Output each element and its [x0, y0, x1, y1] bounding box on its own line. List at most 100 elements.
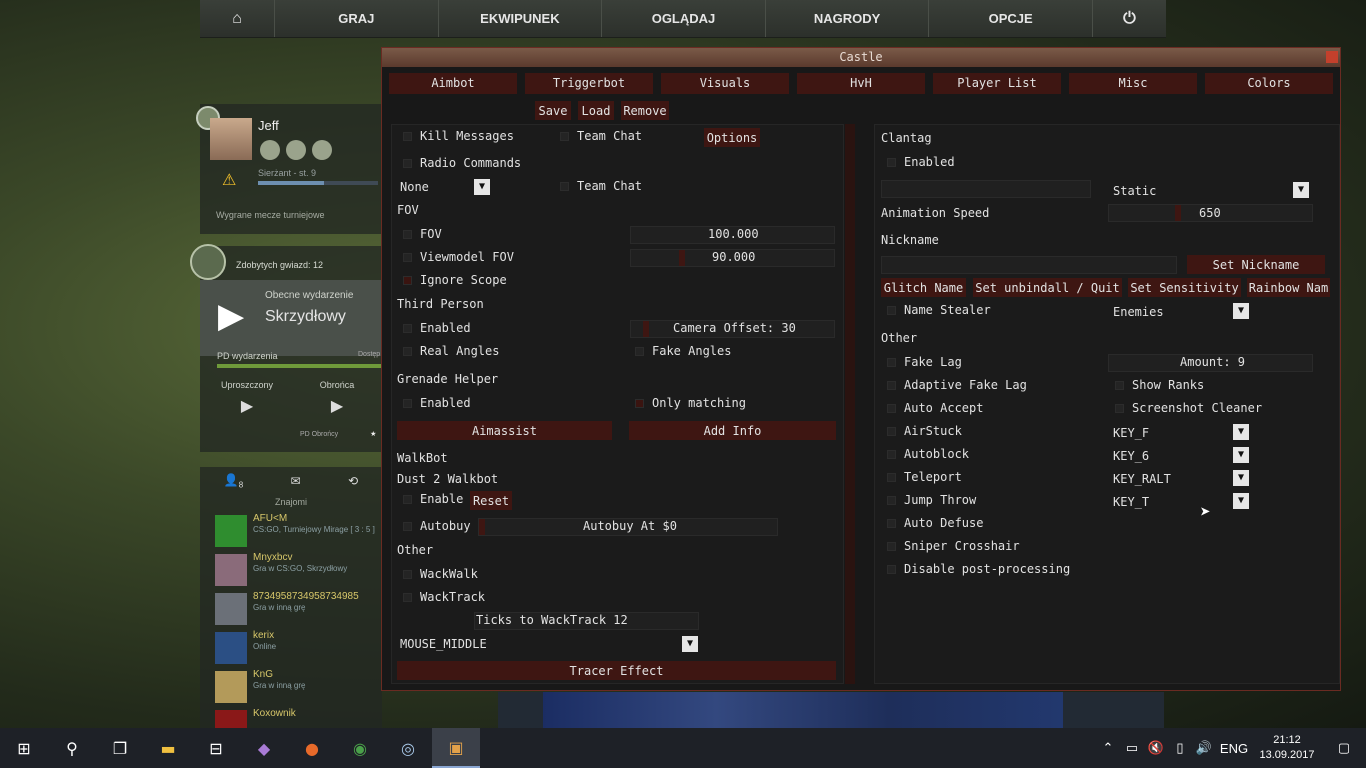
- profile-name[interactable]: Jeff: [258, 118, 279, 133]
- name-stealer-checkbox[interactable]: [887, 306, 896, 315]
- add-info-button[interactable]: Add Info: [629, 421, 836, 440]
- options-button[interactable]: Options: [704, 128, 760, 147]
- tab-player-list[interactable]: Player List: [933, 73, 1061, 94]
- chevron-down-icon[interactable]: ▼: [1233, 303, 1249, 319]
- play-icon[interactable]: ▶: [202, 396, 292, 416]
- nav-ogladaj[interactable]: OGLĄDAJ: [601, 0, 765, 37]
- tab-colors[interactable]: Colors: [1205, 73, 1333, 94]
- slider-handle[interactable]: [643, 321, 649, 337]
- event-video[interactable]: ▶ Obecne wydarzenie Skrzydłowy: [200, 280, 382, 356]
- tab-triggerbot[interactable]: Triggerbot: [525, 73, 653, 94]
- glitch-name-button[interactable]: Glitch Name: [881, 278, 966, 297]
- nav-opcje[interactable]: OPCJE: [928, 0, 1092, 37]
- friend-row[interactable]: Mnyxbcv Gra w CS:GO, Skrzydłowy: [215, 552, 382, 591]
- clantag-enabled-checkbox[interactable]: [887, 158, 896, 167]
- wackwalk-checkbox[interactable]: [403, 570, 412, 579]
- language-indicator[interactable]: ENG: [1216, 741, 1252, 756]
- friend-avatar[interactable]: [215, 515, 247, 547]
- remove-button[interactable]: Remove: [621, 101, 669, 120]
- team-chat-1-checkbox[interactable]: [560, 132, 569, 141]
- tab-visuals[interactable]: Visuals: [661, 73, 789, 94]
- jump-throw-checkbox[interactable]: [887, 496, 896, 505]
- autoblock-key-dropdown[interactable]: KEY_6: [1113, 447, 1233, 465]
- tab-hvh[interactable]: HvH: [797, 73, 925, 94]
- clantag-input[interactable]: [881, 180, 1091, 198]
- chevron-up-icon[interactable]: ⌃: [1096, 740, 1120, 756]
- avatar[interactable]: [210, 118, 252, 160]
- friend-row[interactable]: kerix Online: [215, 630, 382, 669]
- tp-enabled-checkbox[interactable]: [403, 324, 412, 333]
- sniper-crosshair-checkbox[interactable]: [887, 542, 896, 551]
- auto-accept-checkbox[interactable]: [887, 404, 896, 413]
- chevron-down-icon[interactable]: ▼: [1293, 182, 1309, 198]
- nav-nagrody[interactable]: NAGRODY: [764, 0, 929, 37]
- chevron-down-icon[interactable]: ▼: [474, 179, 490, 195]
- autoblock-checkbox[interactable]: [887, 450, 896, 459]
- screenshot-cleaner-checkbox[interactable]: [1115, 404, 1124, 413]
- play-icon[interactable]: ▶: [292, 396, 382, 416]
- chrome-icon[interactable]: ◉: [336, 728, 384, 768]
- steam-icon[interactable]: ◎: [384, 728, 432, 768]
- viewmodel-fov-checkbox[interactable]: [403, 253, 412, 262]
- name-stealer-dropdown[interactable]: Enemies: [1113, 303, 1233, 321]
- nickname-input[interactable]: [881, 256, 1177, 274]
- show-ranks-checkbox[interactable]: [1115, 381, 1124, 390]
- chevron-down-icon[interactable]: ▼: [1233, 447, 1249, 463]
- autobuy-checkbox[interactable]: [403, 522, 412, 531]
- visual-studio-icon[interactable]: ◆: [240, 728, 288, 768]
- notifications-icon[interactable]: ▢: [1322, 740, 1366, 756]
- teleport-checkbox[interactable]: [887, 473, 896, 482]
- slider-handle[interactable]: [479, 519, 485, 535]
- clock[interactable]: 21:12 13.09.2017: [1252, 733, 1322, 763]
- nav-graj[interactable]: GRAJ: [274, 0, 438, 37]
- volume-icon[interactable]: 🔊: [1192, 740, 1216, 756]
- menu-titlebar[interactable]: Castle: [382, 48, 1340, 67]
- play-icon[interactable]: ▶: [218, 296, 244, 336]
- network-icon[interactable]: ▯: [1168, 740, 1192, 756]
- set-nickname-button[interactable]: Set Nickname: [1187, 255, 1325, 274]
- only-matching-checkbox[interactable]: [635, 399, 644, 408]
- friend-avatar[interactable]: [215, 554, 247, 586]
- walkbot-enable-checkbox[interactable]: [403, 495, 412, 504]
- tab-misc[interactable]: Misc: [1069, 73, 1197, 94]
- set-unbind-button[interactable]: Set unbindall / Quit: [973, 278, 1122, 297]
- fake-lag-checkbox[interactable]: [887, 358, 896, 367]
- teleport-key-dropdown[interactable]: KEY_RALT: [1113, 470, 1233, 488]
- disable-post-processing-checkbox[interactable]: [887, 565, 896, 574]
- rainbow-name-button[interactable]: Rainbow Nam: [1247, 278, 1330, 297]
- slider-handle[interactable]: [1175, 205, 1181, 221]
- team-chat-2-checkbox[interactable]: [560, 182, 569, 191]
- ignore-scope-checkbox[interactable]: [403, 276, 412, 285]
- reset-button[interactable]: Reset: [470, 491, 512, 510]
- friend-row[interactable]: 8734958734958734985 Gra w inną grę: [215, 591, 382, 630]
- close-icon[interactable]: [1326, 51, 1338, 63]
- friends-tab-icon[interactable]: 👤8: [224, 473, 243, 489]
- nav-ekwipunek[interactable]: EKWIPUNEK: [437, 0, 602, 37]
- chevron-down-icon[interactable]: ▼: [1233, 470, 1249, 486]
- file-explorer-icon[interactable]: ▬: [144, 728, 192, 768]
- friend-row[interactable]: KnG Gra w inną grę: [215, 669, 382, 708]
- home-icon[interactable]: ⌂: [200, 0, 274, 37]
- chevron-down-icon[interactable]: ▼: [1233, 493, 1249, 509]
- fov-checkbox[interactable]: [403, 230, 412, 239]
- real-angles-checkbox[interactable]: [403, 347, 412, 356]
- scrollbar[interactable]: [845, 124, 855, 684]
- windows-start-icon[interactable]: ⊞: [0, 728, 48, 768]
- gh-enabled-checkbox[interactable]: [403, 399, 412, 408]
- usb-icon[interactable]: ▭: [1120, 740, 1144, 756]
- power-icon[interactable]: ⏻: [1091, 0, 1166, 37]
- firefox-icon[interactable]: ●: [288, 728, 336, 768]
- auto-defuse-checkbox[interactable]: [887, 519, 896, 528]
- key-dropdown[interactable]: MOUSE_MIDDLE: [400, 635, 700, 653]
- kill-messages-checkbox[interactable]: [403, 132, 412, 141]
- clantag-mode-dropdown[interactable]: Static: [1113, 182, 1293, 200]
- news-thumbnail[interactable]: [498, 692, 1164, 728]
- friend-avatar[interactable]: [215, 671, 247, 703]
- slider-handle[interactable]: [679, 250, 685, 266]
- wacktrack-checkbox[interactable]: [403, 593, 412, 602]
- aimassist-button[interactable]: Aimassist: [397, 421, 612, 440]
- friend-avatar[interactable]: [215, 593, 247, 625]
- search-icon[interactable]: ⚲: [48, 728, 96, 768]
- save-button[interactable]: Save: [535, 101, 571, 120]
- friend-avatar[interactable]: [215, 632, 247, 664]
